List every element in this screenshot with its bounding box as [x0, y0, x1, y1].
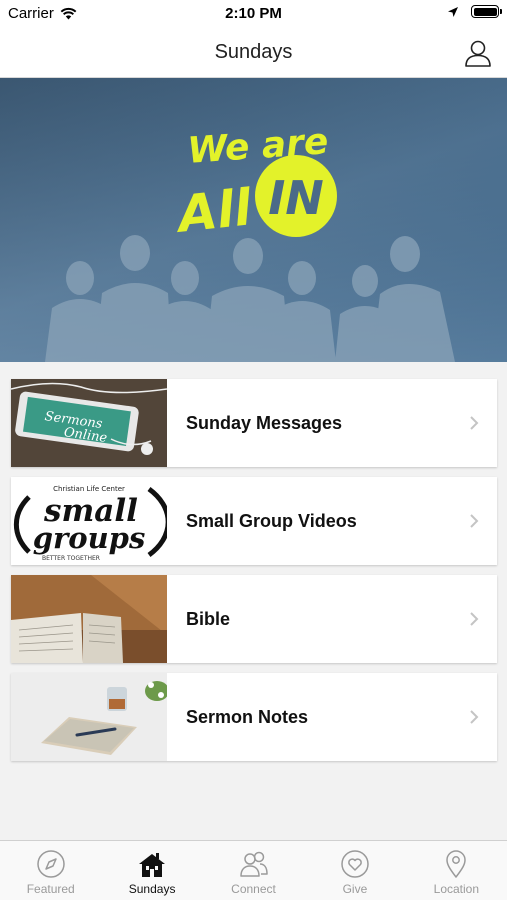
status-time: 2:10 PM: [225, 5, 282, 22]
sundays-list: Sermons Online Sunday Messages Christian…: [11, 379, 497, 771]
tab-label: Connect: [231, 882, 276, 896]
status-right: [447, 5, 502, 18]
list-item-sunday-messages[interactable]: Sermons Online Sunday Messages: [11, 379, 497, 467]
list-item-label: Small Group Videos: [186, 510, 357, 531]
person-icon: [465, 40, 491, 67]
chevron-right-icon: [470, 710, 479, 724]
hero-image: We are All IN: [0, 78, 507, 362]
notebook-thumbnail: [11, 673, 167, 761]
chevron-right-icon: [470, 514, 479, 528]
chevron-right-icon: [470, 612, 479, 626]
small-groups-thumbnail: Christian Life Center small groups BETTE…: [11, 477, 167, 565]
better-together-text: BETTER TOGETHER: [42, 555, 100, 562]
location-arrow-icon: [448, 6, 458, 17]
tab-bar: Featured Sundays Connect Give Location: [0, 840, 507, 900]
list-item-sermon-notes[interactable]: Sermon Notes: [11, 673, 497, 761]
church-icon: [139, 853, 166, 877]
list-item-small-group-videos[interactable]: Christian Life Center small groups BETTE…: [11, 477, 497, 565]
tab-label: Give: [342, 882, 368, 896]
list-item-label: Sunday Messages: [186, 412, 343, 433]
hero-all-text: All: [171, 178, 254, 244]
hero-in-text: IN: [268, 171, 324, 225]
tab-connect[interactable]: Connect: [203, 841, 304, 900]
navigation-bar: Sundays: [0, 28, 507, 78]
sermons-online-thumbnail: Sermons Online: [11, 379, 167, 467]
list-item-label: Sermon Notes: [186, 706, 309, 727]
battery-icon: [471, 5, 502, 18]
heart-icon: [341, 850, 369, 878]
list-item-bible[interactable]: Bible: [11, 575, 497, 663]
people-icon: [239, 851, 268, 877]
christian-life-center-text: Christian Life Center: [53, 485, 125, 493]
tab-give[interactable]: Give: [304, 841, 405, 900]
status-bar: Carrier 2:10 PM: [0, 0, 507, 28]
tab-label: Featured: [26, 882, 75, 896]
map-pin-icon: [446, 850, 467, 878]
page-title: Sundays: [214, 41, 293, 63]
groups-text: groups: [33, 521, 146, 555]
tab-label: Location: [433, 882, 480, 896]
compass-icon: [36, 850, 65, 878]
hero-banner[interactable]: We are All IN: [0, 78, 507, 362]
profile-button[interactable]: [463, 38, 493, 68]
tab-label: Sundays: [128, 882, 176, 896]
tab-sundays[interactable]: Sundays: [101, 841, 202, 900]
chevron-right-icon: [470, 416, 479, 430]
list-item-label: Bible: [186, 608, 231, 629]
tab-location[interactable]: Location: [406, 841, 507, 900]
tab-featured[interactable]: Featured: [0, 841, 101, 900]
bible-thumbnail: [11, 575, 167, 663]
